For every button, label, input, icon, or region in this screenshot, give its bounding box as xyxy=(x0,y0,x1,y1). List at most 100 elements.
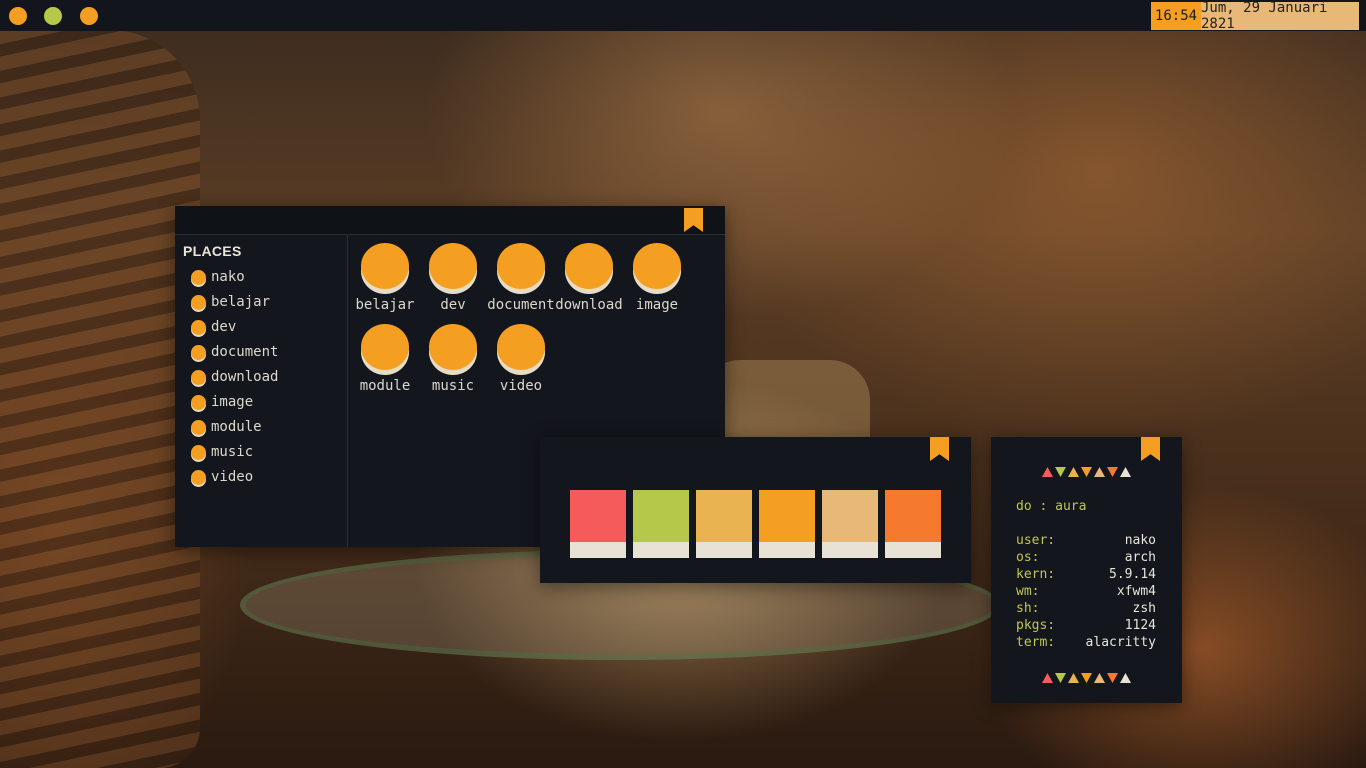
folder-icon xyxy=(361,324,409,370)
folder-dev[interactable]: dev xyxy=(419,241,487,313)
folder-icon xyxy=(361,243,409,289)
clock[interactable]: 16:54 xyxy=(1151,2,1201,30)
folder-label: document xyxy=(487,297,555,313)
sidebar-item-label: video xyxy=(211,469,254,485)
sidebar-item-image[interactable]: image xyxy=(191,392,253,412)
folder-icon xyxy=(191,444,206,460)
triangle-down-icon xyxy=(1055,673,1066,683)
triangle-up-icon xyxy=(1068,673,1079,683)
sidebar-item-label: nako xyxy=(211,269,245,285)
info-key: kern: xyxy=(1016,567,1056,582)
folder-image[interactable]: image xyxy=(623,241,691,313)
sidebar-item-document[interactable]: document xyxy=(191,342,278,362)
color-palette-window xyxy=(540,437,971,583)
folder-music[interactable]: music xyxy=(419,322,487,394)
color-swatch xyxy=(885,490,941,558)
info-value: alacritty xyxy=(1085,635,1156,650)
folder-belajar[interactable]: belajar xyxy=(351,241,419,313)
folder-label: dev xyxy=(440,297,466,313)
window-titlebar[interactable] xyxy=(175,206,725,234)
triangle-up-icon xyxy=(1094,467,1105,477)
workspace-1-button[interactable] xyxy=(9,7,27,25)
folder-video[interactable]: video xyxy=(487,322,555,394)
triangle-up-icon xyxy=(1042,673,1053,683)
folder-label: video xyxy=(499,378,543,394)
info-row-os: os: arch xyxy=(1016,550,1156,567)
info-value: 5.9.14 xyxy=(1109,567,1156,582)
triangle-down-icon xyxy=(1055,467,1066,477)
info-row-sh: sh: zsh xyxy=(1016,601,1156,618)
triangle-down-icon xyxy=(1107,673,1118,683)
workspace-3-button[interactable] xyxy=(80,7,98,25)
info-value: arch xyxy=(1124,550,1156,565)
info-key: wm: xyxy=(1016,584,1040,599)
triangle-up-icon xyxy=(1068,467,1079,477)
folder-icon xyxy=(497,324,545,370)
info-value: 1124 xyxy=(1124,618,1156,633)
folder-document[interactable]: document xyxy=(487,241,555,313)
sidebar-item-nako[interactable]: nako xyxy=(191,267,245,287)
folder-icon xyxy=(191,344,206,360)
folder-label: module xyxy=(359,378,411,394)
sidebar-item-label: music xyxy=(211,444,254,460)
sidebar-item-label: download xyxy=(211,369,279,385)
triangle-down-icon xyxy=(1107,467,1118,477)
bookmark-icon xyxy=(1141,437,1160,461)
folder-icon xyxy=(633,243,681,289)
folder-icon xyxy=(429,324,477,370)
info-row-kern: kern: 5.9.14 xyxy=(1016,567,1156,584)
info-row-term: term: alacritty xyxy=(1016,635,1156,652)
folder-download[interactable]: download xyxy=(555,241,623,313)
info-key: user: xyxy=(1016,533,1056,548)
folder-icon xyxy=(191,419,206,435)
folder-icon xyxy=(497,243,545,289)
greeting-text: do : aura xyxy=(1016,499,1087,514)
wallpaper-basket xyxy=(0,30,200,768)
folder-icon xyxy=(191,369,206,385)
info-key: sh: xyxy=(1016,601,1040,616)
folder-icon xyxy=(191,294,206,310)
folder-icon xyxy=(429,243,477,289)
sidebar-item-dev[interactable]: dev xyxy=(191,317,236,337)
folder-label: download xyxy=(555,297,623,313)
color-swatch xyxy=(633,490,689,558)
date-display[interactable]: Jum, 29 Januari 2821 xyxy=(1201,0,1359,32)
places-title: PLACES xyxy=(183,243,242,259)
info-key: os: xyxy=(1016,550,1040,565)
sidebar-item-download[interactable]: download xyxy=(191,367,278,387)
places-sidebar: PLACES nako belajar dev document download ima… xyxy=(175,234,348,547)
triangle-up-icon xyxy=(1120,467,1131,477)
folder-icon xyxy=(191,394,206,410)
sidebar-item-label: module xyxy=(211,419,262,435)
triangle-decoration-top xyxy=(991,467,1182,477)
folder-label: music xyxy=(431,378,475,394)
workspace-2-button[interactable] xyxy=(44,7,62,25)
sidebar-item-label: belajar xyxy=(211,294,271,310)
info-key: pkgs: xyxy=(1016,618,1056,633)
triangle-decoration-bottom xyxy=(991,673,1182,683)
triangle-up-icon xyxy=(1042,467,1053,477)
triangle-down-icon xyxy=(1081,467,1092,477)
bookmark-icon xyxy=(930,437,949,461)
triangle-up-icon xyxy=(1120,673,1131,683)
folder-label: image xyxy=(635,297,679,313)
folder-label: belajar xyxy=(355,297,415,313)
color-swatch xyxy=(759,490,815,558)
sidebar-item-label: document xyxy=(211,344,279,360)
sidebar-item-belajar[interactable]: belajar xyxy=(191,292,270,312)
system-info-window: do : aura user: nako os: arch kern: 5.9.14 wm:… xyxy=(991,437,1182,703)
info-row-wm: wm: xfwm4 xyxy=(1016,584,1156,601)
sidebar-item-video[interactable]: video xyxy=(191,467,253,487)
sidebar-item-music[interactable]: music xyxy=(191,442,253,462)
info-value: nako xyxy=(1124,533,1156,548)
folder-icon xyxy=(191,269,206,285)
folder-module[interactable]: module xyxy=(351,322,419,394)
color-swatch xyxy=(822,490,878,558)
folder-icon xyxy=(191,469,206,485)
triangle-up-icon xyxy=(1094,673,1105,683)
triangle-down-icon xyxy=(1081,673,1092,683)
sidebar-item-label: dev xyxy=(211,319,237,335)
folder-icon xyxy=(191,319,206,335)
color-swatch xyxy=(696,490,752,558)
sidebar-item-module[interactable]: module xyxy=(191,417,262,437)
